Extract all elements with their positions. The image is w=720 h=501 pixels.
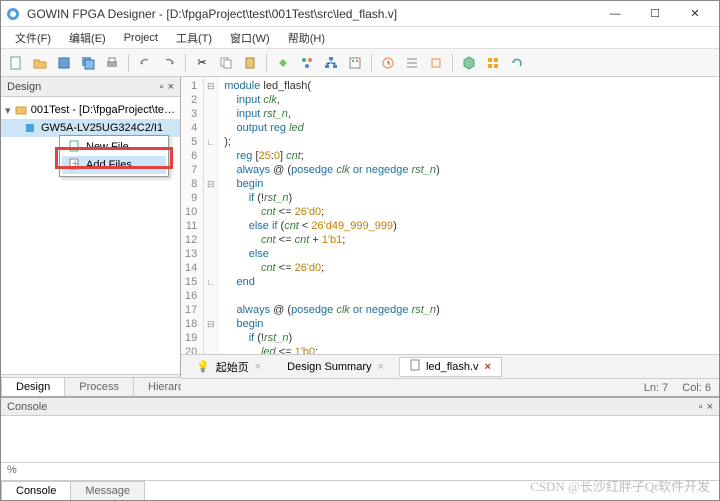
close-panel-icon[interactable]: × bbox=[707, 401, 713, 413]
app-window: GOWIN FPGA Designer - [D:\fpgaProject\te… bbox=[0, 0, 720, 501]
grid-icon[interactable] bbox=[482, 52, 504, 74]
paste-icon[interactable] bbox=[239, 52, 261, 74]
undock-icon[interactable]: ▫ bbox=[699, 401, 703, 413]
console-header: Console ▫ × bbox=[1, 398, 719, 416]
menu-bar: 文件(F) 编辑(E) Project 工具(T) 窗口(W) 帮助(H) bbox=[1, 27, 719, 49]
editor-tab-summary[interactable]: Design Summary × bbox=[276, 357, 395, 377]
timing-icon[interactable] bbox=[377, 52, 399, 74]
new-icon[interactable] bbox=[5, 52, 27, 74]
run-flow-icon[interactable] bbox=[296, 52, 318, 74]
toolbar: ✂ bbox=[1, 49, 719, 77]
editor-tabs: 💡 起始页 × Design Summary × led_flash.v × bbox=[181, 354, 719, 378]
work-area: Design ▫ × ▾ 001Test - [D:\fpgaProject\t… bbox=[1, 77, 719, 396]
menu-file[interactable]: 文件(F) bbox=[7, 28, 59, 48]
console-tabs: Console Message bbox=[1, 480, 719, 500]
tab-design[interactable]: Design bbox=[1, 377, 65, 396]
title-bar: GOWIN FPGA Designer - [D:\fpgaProject\te… bbox=[1, 1, 719, 27]
close-tab-icon[interactable]: × bbox=[485, 361, 491, 373]
minimize-button[interactable]: — bbox=[595, 2, 635, 26]
console-input[interactable]: % bbox=[1, 462, 719, 480]
tree-project-root[interactable]: ▾ 001Test - [D:\fpgaProject\test\00... bbox=[1, 101, 180, 119]
editor-area: 1234567891011121314151617181920212223 ⊟∟… bbox=[181, 77, 719, 396]
close-button[interactable]: ✕ bbox=[675, 2, 715, 26]
save-all-icon[interactable] bbox=[77, 52, 99, 74]
cut-icon[interactable]: ✂ bbox=[191, 52, 213, 74]
menu-edit[interactable]: 编辑(E) bbox=[61, 28, 114, 48]
close-panel-icon[interactable]: × bbox=[168, 81, 174, 93]
design-panel-header: Design ▫ × bbox=[1, 77, 180, 97]
console-panel: Console ▫ × % Console Message bbox=[1, 396, 719, 500]
print-icon[interactable] bbox=[101, 52, 123, 74]
tree-item-label: GW5A-LV25UG324C2/I1 bbox=[41, 122, 163, 134]
netlist-icon[interactable] bbox=[401, 52, 423, 74]
line-gutter: 1234567891011121314151617181920212223 bbox=[181, 77, 204, 354]
tab-message[interactable]: Message bbox=[70, 481, 145, 500]
design-panel-title: Design bbox=[7, 81, 41, 93]
status-line: Ln: 7 bbox=[644, 382, 668, 394]
save-icon[interactable] bbox=[53, 52, 75, 74]
editor-tab-file[interactable]: led_flash.v × bbox=[399, 357, 502, 377]
redo-icon[interactable] bbox=[158, 52, 180, 74]
refresh-icon[interactable] bbox=[506, 52, 528, 74]
hierarchy-icon[interactable] bbox=[320, 52, 342, 74]
tab-process[interactable]: Process bbox=[64, 377, 134, 396]
app-logo-icon bbox=[5, 6, 21, 22]
schematic-icon[interactable] bbox=[425, 52, 447, 74]
console-title: Console bbox=[7, 401, 47, 413]
tree-item-label: 001Test - [D:\fpgaProject\test\00... bbox=[31, 104, 176, 116]
undock-icon[interactable]: ▫ bbox=[160, 81, 164, 93]
design-panel: Design ▫ × ▾ 001Test - [D:\fpgaProject\t… bbox=[1, 77, 181, 396]
window-title: GOWIN FPGA Designer - [D:\fpgaProject\te… bbox=[27, 7, 595, 21]
code-editor[interactable]: 1234567891011121314151617181920212223 ⊟∟… bbox=[181, 77, 719, 354]
project-icon bbox=[15, 103, 27, 117]
ip-icon[interactable] bbox=[344, 52, 366, 74]
file-icon bbox=[410, 359, 420, 374]
menu-tools[interactable]: 工具(T) bbox=[168, 28, 220, 48]
editor-tab-start[interactable]: 💡 起始页 × bbox=[185, 357, 272, 377]
editor-status-bar: Ln: 7 Col: 6 bbox=[181, 378, 719, 396]
menu-help[interactable]: 帮助(H) bbox=[280, 28, 333, 48]
tab-label: Design Summary bbox=[287, 361, 371, 373]
tab-console[interactable]: Console bbox=[1, 481, 71, 500]
console-output[interactable] bbox=[1, 416, 719, 462]
close-tab-icon[interactable]: × bbox=[255, 361, 261, 373]
run-synthesis-icon[interactable] bbox=[272, 52, 294, 74]
maximize-button[interactable]: ☐ bbox=[635, 2, 675, 26]
tab-label: led_flash.v bbox=[426, 361, 479, 373]
bulb-icon: 💡 bbox=[196, 360, 210, 373]
chip-icon bbox=[23, 121, 37, 135]
tab-label: 起始页 bbox=[216, 359, 249, 375]
close-tab-icon[interactable]: × bbox=[378, 361, 384, 373]
project-tree[interactable]: ▾ 001Test - [D:\fpgaProject\test\00... G… bbox=[1, 97, 180, 374]
cube-icon[interactable] bbox=[458, 52, 480, 74]
menu-project[interactable]: Project bbox=[116, 30, 166, 46]
open-icon[interactable] bbox=[29, 52, 51, 74]
fold-gutter[interactable]: ⊟∟⊟∟⊟ bbox=[204, 77, 218, 354]
status-col: Col: 6 bbox=[682, 382, 711, 394]
copy-icon[interactable] bbox=[215, 52, 237, 74]
design-panel-tabs: Design Process Hierarchy bbox=[1, 374, 180, 396]
code-content[interactable]: module led_flash( input clk, input rst_n… bbox=[218, 77, 719, 354]
undo-icon[interactable] bbox=[134, 52, 156, 74]
annotation-highlight bbox=[55, 147, 173, 169]
expand-icon[interactable]: ▾ bbox=[5, 104, 11, 117]
menu-window[interactable]: 窗口(W) bbox=[222, 28, 278, 48]
